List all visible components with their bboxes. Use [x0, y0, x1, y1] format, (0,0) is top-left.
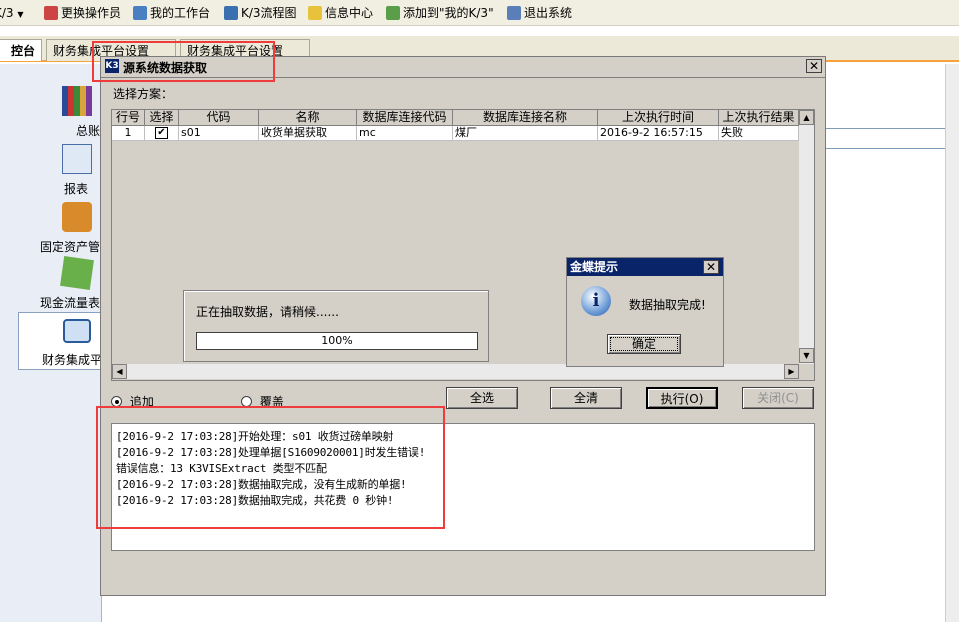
scroll-right-icon[interactable]: ▶: [784, 364, 799, 379]
k3-menu-label: K/3: [0, 6, 14, 20]
k3-menu[interactable]: K/3 ▼: [0, 4, 24, 22]
scroll-down-icon[interactable]: ▼: [799, 348, 814, 363]
k3-flowchart-button[interactable]: K/3流程图: [224, 4, 297, 22]
pencil-icon: [133, 6, 147, 20]
log-line: [2016-9-2 17:03:28]数据抽取完成，共花费 0 秒钟!: [116, 494, 394, 507]
info-icon: i: [581, 286, 611, 316]
execute-button[interactable]: 执行(O): [646, 387, 718, 409]
dialog-titlebar: K3 源系统数据获取 ✕: [101, 57, 825, 77]
info-popup: 金蝶提示 ✕ i 数据抽取完成! 确定: [566, 257, 724, 367]
sidebar-item-general-ledger[interactable]: 总账: [0, 122, 102, 139]
progress-percent: 100%: [321, 334, 353, 347]
col-header-db-name[interactable]: 数据库连接名称: [453, 110, 598, 126]
add-to-my-k3-button[interactable]: 添加到"我的K/3": [386, 4, 494, 22]
ledger-icon: [62, 86, 92, 116]
col-header-select[interactable]: 选择: [145, 110, 179, 126]
grid-cell-last-time: 2016-9-2 16:57:15: [598, 126, 719, 141]
sidebar-item-finance-platform[interactable]: 财务集成平: [18, 312, 104, 370]
log-line: [2016-9-2 17:03:28]数据抽取完成，没有生成新的单据!: [116, 478, 407, 491]
k3-logo-icon: K3: [105, 59, 119, 73]
scroll-up-icon[interactable]: ▲: [799, 110, 814, 125]
tab-console[interactable]: 控台: [0, 39, 42, 61]
grid-vertical-scrollbar[interactable]: [799, 110, 814, 364]
log-line: 错误信息：13 K3VISExtract 类型不匹配: [116, 462, 327, 475]
progress-message: 正在抽取数据，请稍候......: [196, 305, 339, 319]
col-header-last-result[interactable]: 上次执行结果: [719, 110, 799, 126]
scroll-left-icon[interactable]: ◀: [112, 364, 127, 379]
my-workbench-button[interactable]: 我的工作台: [133, 4, 210, 22]
message-icon: [308, 6, 322, 20]
dropdown-arrow-icon: ▼: [17, 10, 24, 19]
dialog-close-button[interactable]: ✕: [806, 59, 822, 73]
info-popup-title: 金蝶提示: [567, 258, 723, 276]
col-header-db-code[interactable]: 数据库连接代码: [357, 110, 453, 126]
clear-all-button[interactable]: 全清: [550, 387, 622, 409]
switch-operator-button[interactable]: 更换操作员: [44, 4, 121, 22]
col-header-last-time[interactable]: 上次执行时间: [598, 110, 719, 126]
main-toolbar: K/3 ▼ 更换操作员 我的工作台 K/3流程图 信息中心 添加到"我的K/3"…: [0, 0, 959, 26]
grid-cell-name: 收货单据获取: [259, 126, 357, 141]
close-button[interactable]: 关闭(C): [742, 387, 814, 409]
source-data-fetch-dialog: K3 源系统数据获取 ✕ 选择方案： 行号 选择 代码 名称 数据库连接代码 数…: [100, 56, 826, 596]
sidebar-item-reports[interactable]: 报表: [0, 180, 102, 197]
exit-icon: [507, 6, 521, 20]
workspace-scrollbar[interactable]: [945, 64, 959, 622]
add-icon: [386, 6, 400, 20]
col-header-row-number[interactable]: 行号: [112, 110, 145, 126]
execution-log[interactable]: [2016-9-2 17:03:28]开始处理：s01 收货过磅单映射 [201…: [111, 423, 815, 551]
users-icon: [44, 6, 58, 20]
log-line: [2016-9-2 17:03:28]开始处理：s01 收货过磅单映射: [116, 430, 394, 443]
info-message: 数据抽取完成!: [629, 298, 706, 312]
sidebar-item-cash-flow[interactable]: 现金流量表: [0, 294, 102, 311]
radio-selected-icon: [111, 396, 122, 407]
select-all-button[interactable]: 全选: [446, 387, 518, 409]
info-close-button[interactable]: ✕: [703, 260, 719, 274]
grid-cell-last-result: 失败: [719, 126, 799, 141]
grid-cell-db-code: mc: [357, 126, 453, 141]
ok-button[interactable]: 确定: [607, 334, 681, 354]
dialog-title: 源系统数据获取: [123, 61, 208, 75]
grid-cell-select: ✔: [145, 126, 179, 141]
col-header-code[interactable]: 代码: [179, 110, 259, 126]
sidebar-item-fixed-assets[interactable]: 固定资产管: [0, 238, 102, 255]
integration-icon: [63, 319, 91, 343]
row-select-checkbox[interactable]: ✔: [155, 127, 168, 139]
module-sidebar: 总账 报表 固定资产管 现金流量表 财务集成平: [0, 64, 104, 622]
col-header-name[interactable]: 名称: [259, 110, 357, 126]
info-center-button[interactable]: 信息中心: [308, 4, 373, 22]
grid-cell-code: s01: [179, 126, 259, 141]
grid-cell-row-number: 1: [112, 126, 145, 141]
report-icon: [62, 144, 92, 174]
radio-unselected-icon: [241, 396, 252, 407]
cash-flow-icon: [60, 256, 94, 290]
exit-system-button[interactable]: 退出系统: [507, 4, 572, 22]
select-scheme-label: 选择方案：: [113, 87, 174, 101]
progress-bar: 100%: [196, 332, 478, 350]
overwrite-radio[interactable]: 覆盖: [241, 393, 284, 410]
log-line: [2016-9-2 17:03:28]处理单据[S1609020001]时发生错…: [116, 446, 426, 459]
progress-popup: 正在抽取数据，请稍候...... 100%: [183, 290, 489, 362]
grid-cell-db-name: 煤厂: [453, 126, 598, 141]
fixed-assets-icon: [62, 202, 92, 232]
flowchart-icon: [224, 6, 238, 20]
append-radio[interactable]: 追加: [111, 393, 154, 410]
